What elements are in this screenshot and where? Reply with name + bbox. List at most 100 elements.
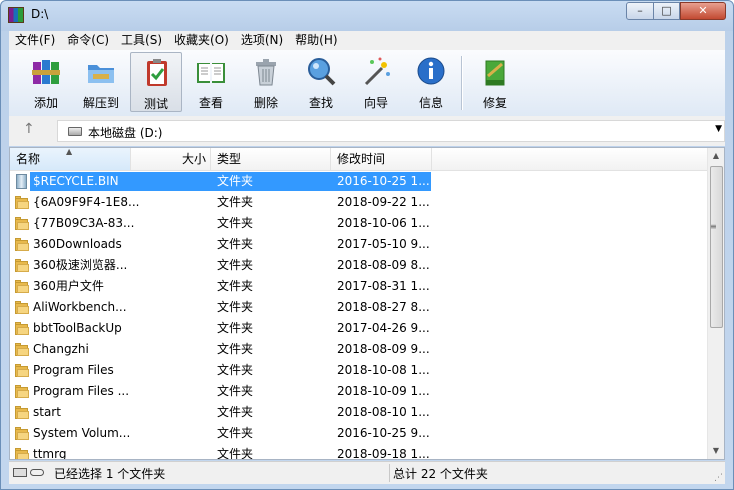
- resize-grip-icon[interactable]: ⋰: [714, 473, 723, 483]
- list-item[interactable]: 360用户文件 文件夹 2017-08-31 1...: [10, 276, 710, 297]
- status-divider: [389, 464, 390, 482]
- main-window: D:\ – □ ✕ 文件(F) 命令(C) 工具(S) 收藏夹(O) 选项(N) 帮助(H…: [0, 0, 734, 490]
- add-button[interactable]: 添加: [20, 52, 72, 112]
- magic-wand-icon: [364, 57, 390, 86]
- clipboard-check-icon: [147, 59, 167, 86]
- file-list[interactable]: ▲ 名称 大小 类型 修改时间 $RECYCLE.BIN 文件夹 2016-10-2…: [9, 147, 725, 460]
- list-item[interactable]: {77B09C3A-83... 文件夹 2018-10-06 1...: [10, 213, 710, 234]
- wizard-label: 向导: [363, 96, 388, 110]
- drive-status-icon: [13, 468, 27, 477]
- list-item[interactable]: $RECYCLE.BIN 文件夹 2016-10-25 1...: [10, 171, 710, 192]
- close-button[interactable]: ✕: [680, 2, 726, 20]
- file-modified: 2018-10-09 1...: [337, 384, 430, 398]
- open-book-icon: [197, 63, 225, 83]
- list-item[interactable]: Program Files ... 文件夹 2018-10-09 1...: [10, 381, 710, 402]
- window-title: D:\: [31, 7, 49, 21]
- file-modified: 2017-08-31 1...: [337, 279, 430, 293]
- extract-to-label: 解压到: [82, 96, 119, 110]
- file-type: 文件夹: [217, 237, 254, 251]
- list-item[interactable]: {6A09F9F4-1E8... 文件夹 2018-09-22 1...: [10, 192, 710, 213]
- status-total: 总计 22 个文件夹: [393, 467, 488, 481]
- folder-icon: [15, 322, 29, 335]
- scroll-thumb[interactable]: [710, 166, 723, 328]
- menu-bar: 文件(F) 命令(C) 工具(S) 收藏夹(O) 选项(N) 帮助(H): [9, 31, 725, 51]
- folder-icon: [15, 448, 29, 459]
- file-modified: 2018-08-27 8...: [337, 300, 430, 314]
- info-button[interactable]: 信息: [405, 52, 457, 112]
- file-type: 文件夹: [217, 279, 254, 293]
- test-label: 测试: [143, 97, 168, 111]
- folder-icon: [15, 406, 29, 419]
- file-type: 文件夹: [217, 363, 254, 377]
- file-modified: 2018-08-09 9...: [337, 342, 430, 356]
- file-name: {77B09C3A-83...: [33, 216, 135, 230]
- scroll-up-icon[interactable]: ▲: [708, 148, 724, 164]
- list-item[interactable]: Changzhi 文件夹 2018-08-09 9...: [10, 339, 710, 360]
- file-type: 文件夹: [217, 300, 254, 314]
- repair-label: 修复: [482, 96, 507, 110]
- find-button[interactable]: 查找: [295, 52, 347, 112]
- address-bar[interactable]: 本地磁盘 (D:) ▼: [57, 120, 725, 142]
- menu-commands[interactable]: 命令(C): [61, 31, 115, 50]
- delete-button[interactable]: 删除: [240, 52, 292, 112]
- file-name: 360Downloads: [33, 237, 122, 251]
- file-type: 文件夹: [217, 321, 254, 335]
- trash-can-icon: [256, 59, 276, 86]
- file-type: 文件夹: [217, 384, 254, 398]
- folder-icon: [15, 427, 29, 440]
- minimize-button[interactable]: –: [626, 2, 654, 20]
- column-modified[interactable]: 修改时间: [331, 148, 432, 170]
- menu-tools[interactable]: 工具(S): [115, 31, 168, 50]
- file-name: 360用户文件: [33, 279, 104, 293]
- file-type: 文件夹: [217, 447, 254, 460]
- address-path: 本地磁盘 (D:): [88, 126, 163, 140]
- drive-icon: [68, 127, 82, 136]
- menu-help[interactable]: 帮助(H): [289, 31, 343, 50]
- list-item[interactable]: start 文件夹 2018-08-10 1...: [10, 402, 710, 423]
- title-bar[interactable]: D:\ – □ ✕: [1, 1, 733, 29]
- recycle-bin-icon: [16, 174, 27, 189]
- view-button[interactable]: 查看: [185, 52, 237, 112]
- address-row: ↑ 本地磁盘 (D:) ▼: [9, 116, 725, 146]
- list-item[interactable]: bbtToolBackUp 文件夹 2017-04-26 9...: [10, 318, 710, 339]
- file-modified: 2018-08-09 8...: [337, 258, 430, 272]
- menu-file[interactable]: 文件(F): [9, 31, 61, 50]
- list-item[interactable]: 360极速浏览器... 文件夹 2018-08-09 8...: [10, 255, 710, 276]
- file-type: 文件夹: [217, 342, 254, 356]
- file-modified: 2018-10-08 1...: [337, 363, 430, 377]
- file-type: 文件夹: [217, 216, 254, 230]
- folder-icon: [15, 364, 29, 377]
- wizard-button[interactable]: 向导: [350, 52, 402, 112]
- repair-button[interactable]: 修复: [469, 52, 521, 112]
- winrar-app-icon[interactable]: [8, 7, 24, 23]
- menu-options[interactable]: 选项(N): [235, 31, 289, 50]
- vertical-scrollbar[interactable]: ▲ ≡ ▼: [707, 148, 724, 459]
- add-label: 添加: [33, 96, 58, 110]
- test-button[interactable]: 测试: [130, 52, 182, 112]
- list-item[interactable]: ttmrg 文件夹 2018-09-18 1...: [10, 444, 710, 460]
- list-item[interactable]: 360Downloads 文件夹 2017-05-10 9...: [10, 234, 710, 255]
- file-modified: 2018-09-22 1...: [337, 195, 430, 209]
- list-item[interactable]: Program Files 文件夹 2018-10-08 1...: [10, 360, 710, 381]
- column-type[interactable]: 类型: [211, 148, 331, 170]
- file-name: AliWorkbench...: [33, 300, 127, 314]
- magnifier-icon: [308, 58, 336, 86]
- extract-to-button[interactable]: 解压到: [75, 52, 127, 112]
- column-name[interactable]: ▲ 名称: [10, 148, 131, 170]
- column-size[interactable]: 大小: [131, 148, 211, 170]
- status-selection: 已经选择 1 个文件夹: [54, 467, 166, 481]
- file-name: 360极速浏览器...: [33, 258, 128, 272]
- file-name: System Volum...: [33, 426, 131, 440]
- file-type: 文件夹: [217, 174, 254, 188]
- list-item[interactable]: AliWorkbench... 文件夹 2018-08-27 8...: [10, 297, 710, 318]
- scroll-grip-icon: ≡: [710, 222, 717, 231]
- file-type: 文件夹: [217, 405, 254, 419]
- scroll-down-icon[interactable]: ▼: [708, 443, 724, 459]
- file-type: 文件夹: [217, 258, 254, 272]
- address-dropdown-icon[interactable]: ▼: [715, 124, 722, 134]
- maximize-button[interactable]: □: [653, 2, 680, 20]
- up-one-level-icon[interactable]: ↑: [23, 121, 35, 137]
- list-item[interactable]: System Volum... 文件夹 2016-10-25 9...: [10, 423, 710, 444]
- file-type: 文件夹: [217, 426, 254, 440]
- menu-favorites[interactable]: 收藏夹(O): [168, 31, 235, 50]
